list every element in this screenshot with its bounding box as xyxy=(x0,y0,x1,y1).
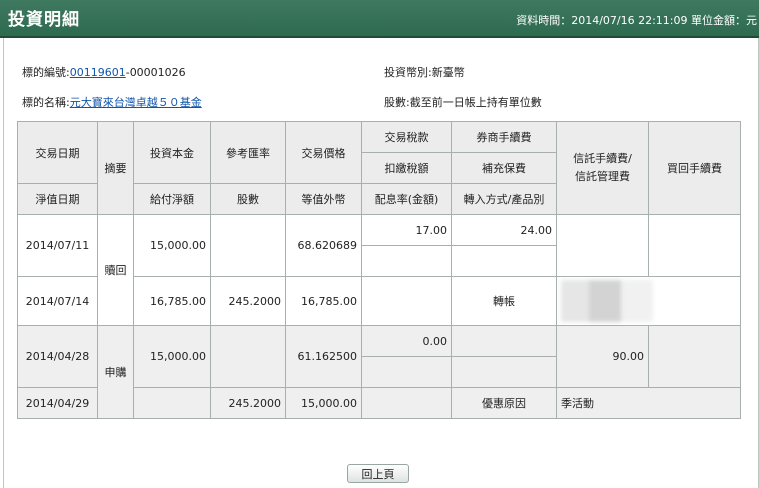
header-row-1: 交易日期 摘要 投資本金 參考匯率 交易價格 交易稅款 券商手續費 信託手續費/… xyxy=(17,121,741,215)
redeem-redeem-fee xyxy=(648,214,741,277)
header-transfer: 轉入方式/產品別 xyxy=(451,183,557,215)
redeem-principal: 15,000.00 xyxy=(133,214,211,277)
fund-code-link[interactable]: 00119601 xyxy=(70,66,126,79)
redeem-tax: 17.00 xyxy=(361,214,452,246)
header-redeem-fee: 買回手續費 xyxy=(648,121,741,215)
redeem-withholding xyxy=(361,245,452,277)
header-trade-price: 交易價格 xyxy=(285,121,362,184)
purchase-principal: 15,000.00 xyxy=(133,325,211,388)
redeem-nav-date: 2014/07/14 xyxy=(17,276,98,326)
fund-code-row: 標的編號:00119601-00001026 xyxy=(22,64,186,80)
investment-detail-table: 交易日期 摘要 投資本金 參考匯率 交易價格 交易稅款 券商手續費 信託手續費/… xyxy=(17,121,741,419)
redeem-summary: 贖回 xyxy=(97,214,134,326)
header-tax: 交易稅款 xyxy=(361,121,452,153)
purchase-discount-value: 季活動 xyxy=(556,387,741,419)
redeem-fx-value: 16,785.00 xyxy=(285,276,362,326)
redeem-trade-price: 68.620689 xyxy=(285,214,362,277)
page-header: 投資明細 資料時間：2014/07/16 22:11:09 單位金額：元 xyxy=(0,0,759,38)
redacted-block xyxy=(561,280,653,322)
purchase-withholding xyxy=(361,356,452,388)
header-broker-fee: 券商手續費 xyxy=(451,121,557,153)
header-principal: 投資本金 xyxy=(133,121,211,184)
purchase-units: 245.2000 xyxy=(210,387,286,419)
purchase-fx-value: 15,000.00 xyxy=(285,387,362,419)
header-dividend: 配息率(金額) xyxy=(361,183,452,215)
purchase-nav-date: 2014/04/29 xyxy=(17,387,98,419)
redeem-dividend xyxy=(361,276,452,326)
purchase-trust-fee: 90.00 xyxy=(556,325,649,388)
purchase-trade-date: 2014/04/28 xyxy=(17,325,98,388)
fund-code-suffix: -00001026 xyxy=(125,66,186,79)
redeem-trust-fee xyxy=(556,214,649,277)
currency: 投資幣別:新臺幣 xyxy=(384,66,465,79)
purchase-broker-fee xyxy=(451,325,557,357)
header-net-payment: 給付淨額 xyxy=(133,183,211,215)
fund-name-row: 標的名稱:元大寶來台灣卓越５０基金 xyxy=(22,94,202,110)
purchase-trade-price: 61.162500 xyxy=(285,325,362,388)
purchase-supplement xyxy=(451,356,557,388)
purchase-summary: 申購 xyxy=(97,325,134,419)
back-button[interactable]: 回上頁 xyxy=(347,464,409,483)
data-time-unit: 資料時間：2014/07/16 22:11:09 單位金額：元 xyxy=(516,14,757,27)
header-trade-date: 交易日期 xyxy=(17,121,98,184)
redeem-supplement xyxy=(451,245,557,277)
redeem-units: 245.2000 xyxy=(210,276,286,326)
redeem-ref-rate xyxy=(210,214,286,277)
purchase-ref-rate xyxy=(210,325,286,388)
header-trust-fee: 信託手續費/ 信託管理費 xyxy=(556,121,649,215)
fund-name-link[interactable]: 元大寶來台灣卓越５０基金 xyxy=(70,96,202,109)
purchase-tax: 0.00 xyxy=(361,325,452,357)
header-nav-date: 淨值日期 xyxy=(17,183,98,215)
header-summary: 摘要 xyxy=(97,121,134,215)
purchase-net-payment xyxy=(133,387,211,419)
redeem-broker-fee: 24.00 xyxy=(451,214,557,246)
purchase-dividend xyxy=(361,387,452,419)
redeem-transfer: 轉帳 xyxy=(451,276,557,326)
units-note: 股數:截至前一日帳上持有單位數 xyxy=(384,96,542,109)
page-title: 投資明細 xyxy=(8,10,80,30)
purchase-redeem-fee xyxy=(648,325,741,388)
purchase-discount-label: 優惠原因 xyxy=(451,387,557,419)
header-fx-value: 等值外幣 xyxy=(285,183,362,215)
table-row: 2014/04/28 申購 15,000.00 61.162500 0.00 9… xyxy=(17,325,741,419)
fund-code-label: 標的編號: xyxy=(22,66,70,79)
table-row: 2014/07/11 贖回 15,000.00 68.620689 17.00 … xyxy=(17,214,741,326)
header-ref-rate: 參考匯率 xyxy=(210,121,286,184)
header-supplement: 補充保費 xyxy=(451,152,557,184)
header-withholding: 扣繳稅額 xyxy=(361,152,452,184)
redeem-trade-date: 2014/07/11 xyxy=(17,214,98,277)
redeem-net-payment: 16,785.00 xyxy=(133,276,211,326)
redacted-area xyxy=(556,276,741,326)
header-units: 股數 xyxy=(210,183,286,215)
fund-name-label: 標的名稱: xyxy=(22,96,70,109)
